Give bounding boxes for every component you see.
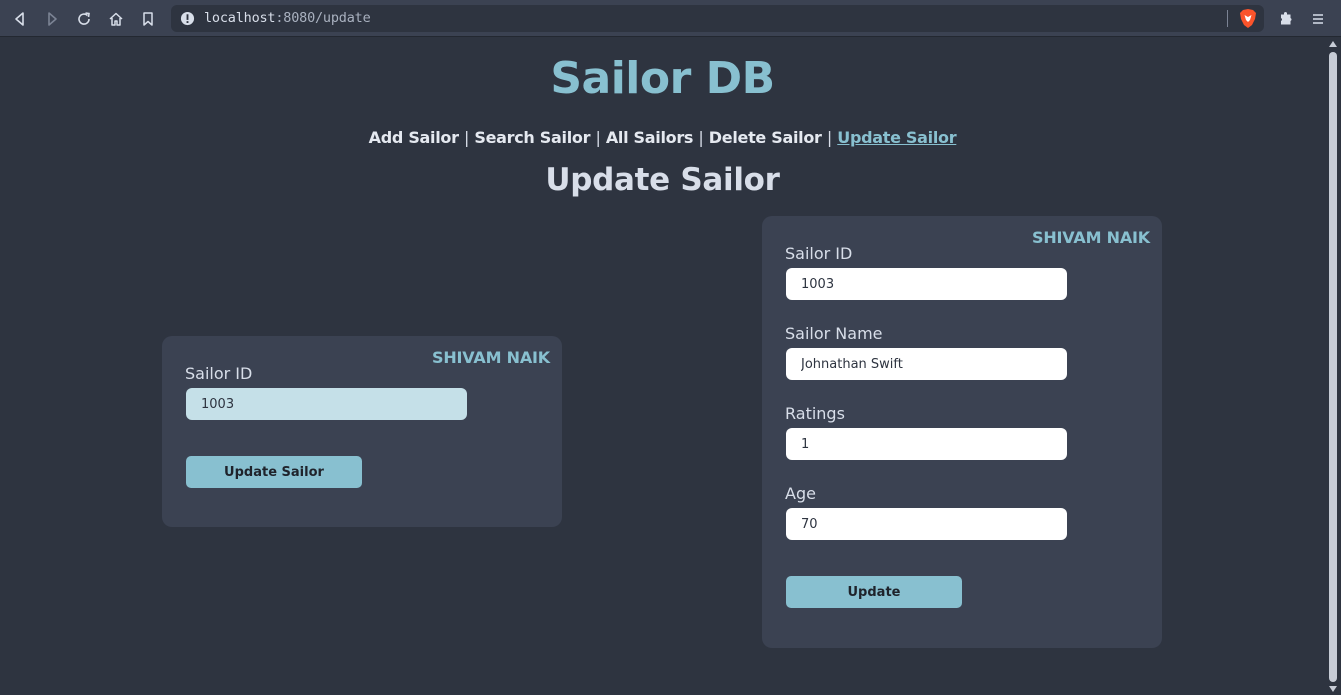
back-icon[interactable]: [10, 9, 30, 29]
page-viewport: Sailor DB Add Sailor | Search Sailor | A…: [0, 38, 1325, 695]
nav-separator: |: [464, 128, 470, 147]
nav-delete-sailor[interactable]: Delete Sailor: [709, 128, 822, 147]
forward-icon[interactable]: [42, 9, 62, 29]
age-label: Age: [785, 484, 816, 503]
ratings-field[interactable]: [786, 428, 1067, 460]
bookmark-icon[interactable]: [138, 9, 158, 29]
nav-add-sailor[interactable]: Add Sailor: [369, 128, 459, 147]
update-button[interactable]: Update: [786, 576, 962, 608]
nav-separator: |: [698, 128, 704, 147]
home-icon[interactable]: [106, 9, 126, 29]
scroll-down-icon[interactable]: [1329, 686, 1337, 692]
scroll-thumb[interactable]: [1329, 52, 1337, 682]
sailor-id-label: Sailor ID: [785, 244, 853, 263]
nav-update-sailor[interactable]: Update Sailor: [837, 128, 956, 147]
lookup-sailor-id-input[interactable]: [186, 388, 467, 420]
sailor-id-field[interactable]: [786, 268, 1067, 300]
scroll-up-icon[interactable]: [1329, 41, 1337, 47]
site-info-icon[interactable]: [180, 11, 195, 26]
nav-search-sailor[interactable]: Search Sailor: [474, 128, 590, 147]
update-card: SHIVAM NAIK Sailor ID Sailor Name Rating…: [762, 216, 1162, 648]
menu-icon[interactable]: [1308, 9, 1328, 29]
page-heading: Update Sailor: [545, 162, 780, 198]
sailor-id-label: Sailor ID: [185, 364, 253, 383]
page-scrollbar[interactable]: [1325, 38, 1341, 695]
site-title: Sailor DB: [550, 53, 775, 104]
site-nav: Add Sailor | Search Sailor | All Sailors…: [0, 128, 1325, 147]
browser-toolbar: localhost:8080/update: [0, 0, 1341, 37]
lookup-card: SHIVAM NAIK Sailor ID Update Sailor: [162, 336, 562, 527]
update-sailor-button[interactable]: Update Sailor: [186, 456, 362, 488]
nav-separator: |: [826, 128, 832, 147]
card-owner-label: SHIVAM NAIK: [432, 348, 550, 367]
age-field[interactable]: [786, 508, 1067, 540]
nav-separator: |: [595, 128, 601, 147]
address-bar[interactable]: localhost:8080/update: [171, 5, 1264, 32]
brave-shield-icon[interactable]: [1238, 8, 1258, 29]
sailor-name-field[interactable]: [786, 348, 1067, 380]
ratings-label: Ratings: [785, 404, 845, 423]
url-text[interactable]: localhost:8080/update: [204, 10, 371, 26]
reload-icon[interactable]: [74, 9, 94, 29]
card-owner-label: SHIVAM NAIK: [1032, 228, 1150, 247]
extensions-icon[interactable]: [1276, 9, 1296, 29]
sailor-name-label: Sailor Name: [785, 324, 883, 343]
nav-all-sailors[interactable]: All Sailors: [606, 128, 694, 147]
url-divider: [1227, 10, 1228, 27]
